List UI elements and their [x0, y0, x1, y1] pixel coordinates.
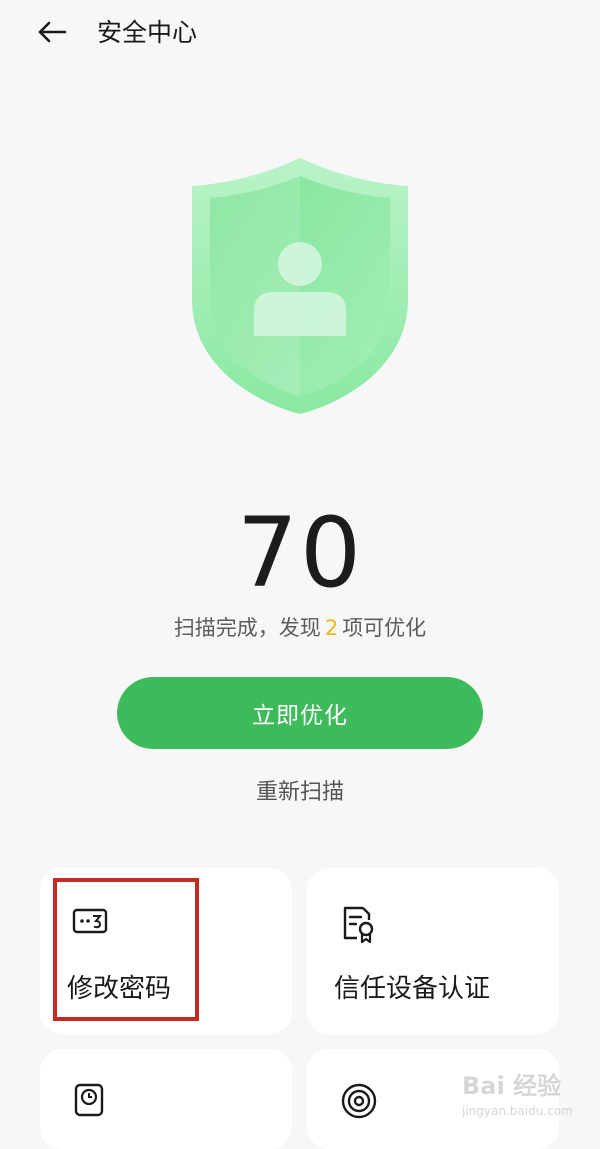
rescan-button[interactable]: 重新扫描 [0, 776, 600, 810]
change-password-card[interactable]: 修改密码 [40, 868, 292, 1034]
optimizable-count: 2 [324, 616, 339, 640]
shield-user-icon [186, 150, 414, 420]
scan-summary-suffix: 项可优化 [342, 616, 427, 640]
card-label: 修改密码 [67, 974, 172, 1004]
password-icon [72, 904, 112, 940]
optimize-now-button[interactable]: 立即优化 [117, 677, 483, 749]
page-title: 安全中心 [97, 18, 198, 47]
card-label: 信任设备认证 [334, 974, 491, 1004]
certificate-icon [339, 904, 379, 944]
security-score: 70 [236, 497, 364, 609]
watermark-logo: Bai 经验 [462, 1072, 562, 1100]
target-icon [339, 1081, 379, 1119]
scan-summary-prefix: 扫描完成，发现 [173, 616, 321, 640]
device-card[interactable] [40, 1049, 292, 1149]
top-bar: 安全中心 [0, 0, 600, 66]
arrow-left-icon [37, 20, 67, 48]
watermark-url: jingyan.baidu.com [462, 1104, 573, 1118]
scan-summary: 扫描完成，发现 2 项可优化 [0, 612, 600, 644]
trusted-device-card[interactable]: 信任设备认证 [307, 868, 559, 1034]
watermark: Bai 经验 jingyan.baidu.com [462, 1058, 592, 1124]
clock-device-icon [72, 1081, 112, 1117]
back-button[interactable] [30, 14, 74, 54]
